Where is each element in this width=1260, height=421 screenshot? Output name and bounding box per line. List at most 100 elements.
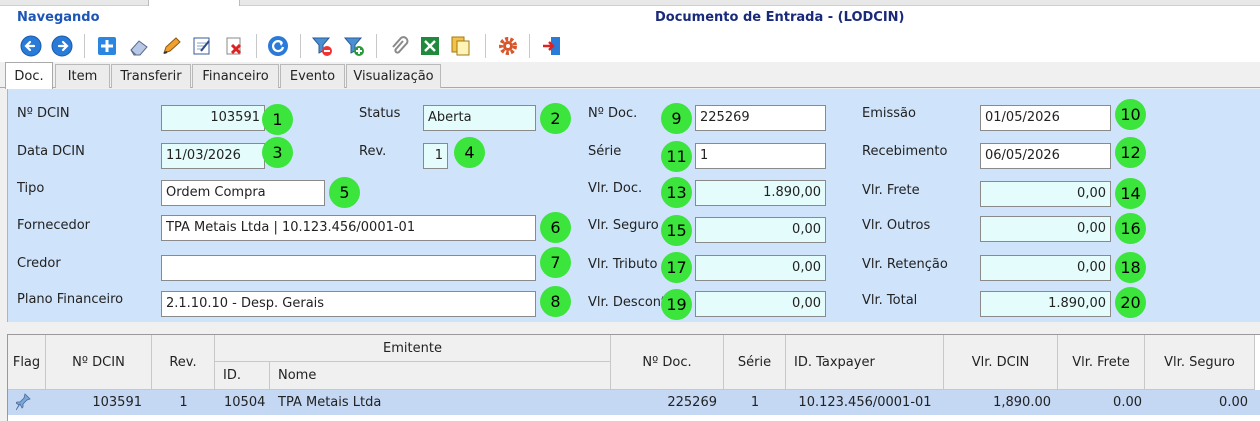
- ndcin-field[interactable]: 103591: [161, 105, 265, 131]
- toolbar-separator: [256, 34, 257, 58]
- col-ndoc[interactable]: Nº Doc.: [611, 335, 724, 390]
- vlr-tributo-field[interactable]: 0,00: [695, 255, 826, 281]
- edit-check-icon[interactable]: [189, 33, 215, 59]
- data-dcin-field[interactable]: 11/03/2026: [161, 143, 265, 169]
- marker-10: 10: [1115, 99, 1146, 130]
- col-ndcin[interactable]: Nº DCIN: [46, 335, 152, 390]
- col-nome[interactable]: Nome: [270, 362, 611, 390]
- col-vlr-dcin[interactable]: Vlr. DCIN: [944, 335, 1058, 390]
- marker-20: 20: [1115, 287, 1146, 318]
- credor-label: Credor: [17, 256, 61, 271]
- tab-visualizacao[interactable]: Visualização: [346, 64, 441, 88]
- vlr-outros-field[interactable]: 0,00: [980, 216, 1111, 242]
- cell-vlr-frete: 0.00: [1113, 395, 1142, 410]
- toolbar-separator: [529, 34, 530, 58]
- col-serie[interactable]: Série: [724, 335, 786, 390]
- vlr-outros-label: Vlr. Outros: [862, 218, 931, 233]
- vlr-frete-field[interactable]: 0,00: [980, 181, 1111, 207]
- back-icon[interactable]: [18, 33, 44, 59]
- tipo-field[interactable]: Ordem Compra: [161, 180, 325, 206]
- emissao-label: Emissão: [862, 106, 916, 121]
- col-emitente[interactable]: Emitente: [215, 335, 611, 362]
- pin-icon: [15, 393, 36, 418]
- exit-icon[interactable]: [539, 33, 565, 59]
- title-bar: Navegando Documento de Entrada - (LODCIN…: [0, 6, 1260, 30]
- toolbar: [0, 30, 1260, 62]
- filter-add-icon[interactable]: [341, 33, 367, 59]
- marker-17: 17: [661, 252, 692, 283]
- cell-vlr-dcin: 1,890.00: [993, 395, 1051, 410]
- tipo-label: Tipo: [17, 181, 45, 196]
- marker-6: 6: [540, 212, 571, 243]
- eraser-icon[interactable]: [126, 33, 152, 59]
- vlr-doc-field[interactable]: 1.890,00: [695, 180, 826, 206]
- filter-remove-icon[interactable]: [309, 33, 335, 59]
- fornecedor-field[interactable]: TPA Metais Ltda | 10.123.456/0001-01: [161, 215, 536, 241]
- attach-icon[interactable]: [386, 33, 412, 59]
- toolbar-separator: [300, 34, 301, 58]
- forward-icon[interactable]: [49, 33, 75, 59]
- mode-label: Navegando: [17, 10, 100, 25]
- cell-ndcin: 103591: [92, 395, 142, 410]
- rev-field[interactable]: 1: [423, 143, 448, 169]
- marker-5: 5: [329, 177, 360, 208]
- col-taxpayer[interactable]: ID. Taxpayer: [786, 335, 944, 390]
- vlr-retencao-label: Vlr. Retenção: [862, 257, 948, 272]
- marker-7: 7: [540, 247, 571, 278]
- col-rev[interactable]: Rev.: [152, 335, 215, 390]
- excel-icon[interactable]: [417, 33, 443, 59]
- cell-id: 10504: [224, 395, 266, 410]
- vlr-total-label: Vlr. Total: [862, 293, 918, 308]
- cell-taxpayer: 10.123.456/0001-01: [798, 395, 932, 410]
- tab-evento[interactable]: Evento: [280, 64, 345, 88]
- marker-4: 4: [454, 137, 485, 168]
- col-vlr-frete[interactable]: Vlr. Frete: [1058, 335, 1145, 390]
- settings-icon[interactable]: [495, 33, 521, 59]
- ndoc-field[interactable]: 225269: [695, 105, 826, 131]
- table-row[interactable]: 103591 1 10504 TPA Metais Ltda 225269 1 …: [8, 390, 1260, 415]
- status-label: Status: [359, 106, 401, 121]
- tab-transferir[interactable]: Transferir: [111, 64, 191, 88]
- cell-nome: TPA Metais Ltda: [278, 395, 382, 410]
- tab-doc[interactable]: Doc.: [5, 62, 53, 89]
- toolbar-separator: [485, 34, 486, 58]
- refresh-icon[interactable]: [265, 33, 291, 59]
- vlr-desconto-label: Vlr. Descont: [588, 295, 667, 310]
- plano-field[interactable]: 2.1.10.10 - Desp. Gerais: [161, 291, 536, 317]
- tab-item[interactable]: Item: [55, 64, 110, 88]
- add-icon[interactable]: [94, 33, 120, 59]
- cell-serie: 1: [750, 395, 760, 410]
- marker-14: 14: [1115, 178, 1146, 209]
- recebimento-label: Recebimento: [862, 144, 948, 159]
- data-dcin-label: Data DCIN: [17, 144, 85, 159]
- vlr-desconto-field[interactable]: 0,00: [695, 291, 826, 317]
- credor-field[interactable]: [161, 255, 536, 281]
- marker-15: 15: [661, 215, 692, 246]
- vlr-retencao-field[interactable]: 0,00: [980, 255, 1111, 281]
- tab-financeiro[interactable]: Financeiro: [192, 64, 279, 88]
- marker-8: 8: [540, 286, 571, 317]
- toolbar-separator: [376, 34, 377, 58]
- ndoc-label: Nº Doc.: [588, 106, 638, 121]
- marker-18: 18: [1115, 252, 1146, 283]
- serie-field[interactable]: 1: [695, 143, 826, 169]
- emissao-field[interactable]: 01/05/2026: [980, 105, 1111, 131]
- vlr-seguro-label: Vlr. Seguro: [588, 218, 659, 233]
- col-vlr-seguro[interactable]: Vlr. Seguro: [1145, 335, 1255, 390]
- form-panel: Nº DCIN 103591 1 Data DCIN 11/03/2026 3 …: [7, 89, 1260, 322]
- marker-3: 3: [262, 137, 293, 168]
- col-flag[interactable]: Flag: [8, 335, 46, 390]
- status-field[interactable]: Aberta: [423, 105, 536, 131]
- recebimento-field[interactable]: 06/05/2026: [980, 143, 1111, 169]
- vlr-seguro-field[interactable]: 0,00: [695, 217, 826, 243]
- col-id[interactable]: ID.: [215, 362, 270, 390]
- edit-icon[interactable]: [158, 33, 184, 59]
- marker-1: 1: [262, 104, 293, 135]
- marker-11: 11: [661, 141, 692, 172]
- delete-icon[interactable]: [221, 33, 247, 59]
- marker-12: 12: [1115, 137, 1146, 168]
- cell-ndoc: 225269: [667, 395, 717, 410]
- vlr-doc-label: Vlr. Doc.: [588, 181, 643, 196]
- copy-icon[interactable]: [447, 33, 473, 59]
- vlr-total-field[interactable]: 1.890,00: [980, 291, 1111, 317]
